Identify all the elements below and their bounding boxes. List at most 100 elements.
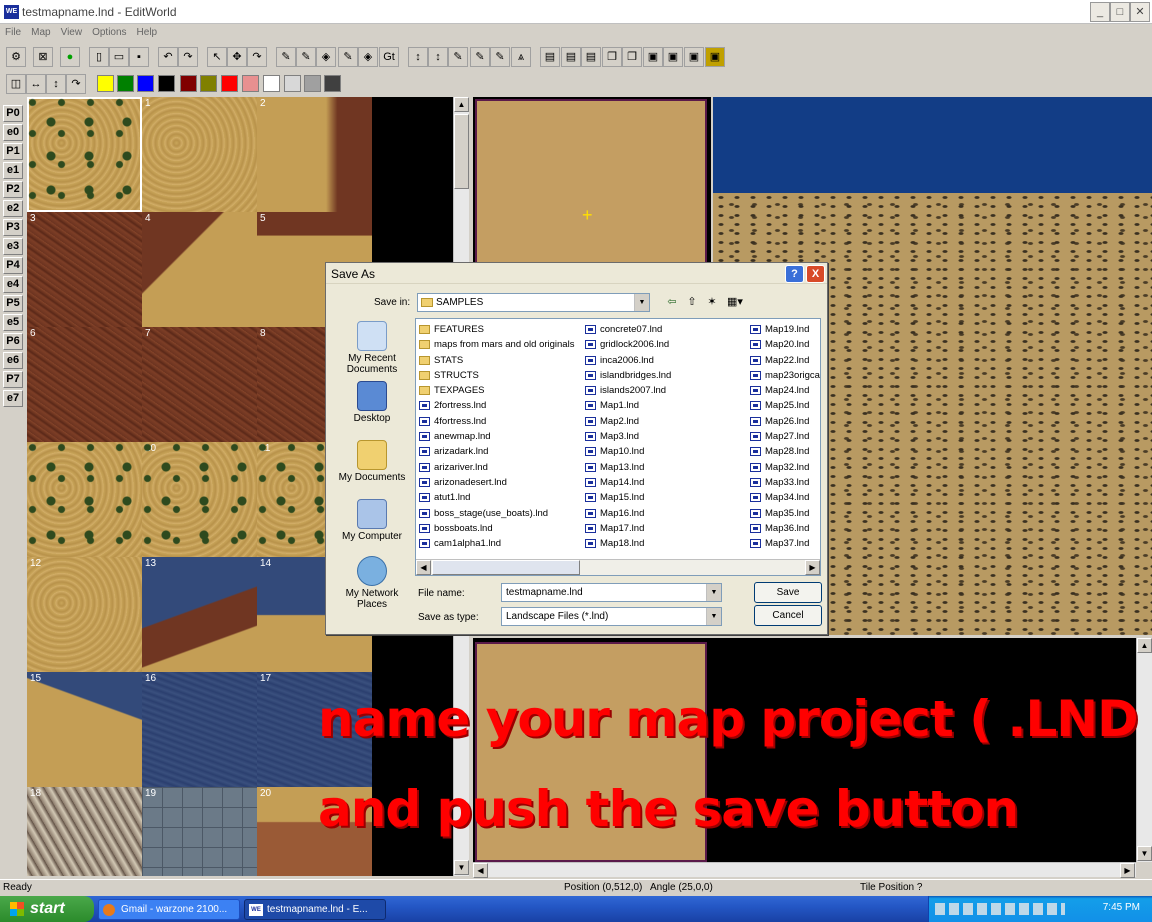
- tile[interactable]: 1: [142, 97, 257, 212]
- paste-tool-icon[interactable]: ❐: [622, 47, 642, 67]
- height-up-icon[interactable]: ↕: [408, 47, 428, 67]
- player-button[interactable]: P7: [3, 371, 23, 388]
- rotate-tile-icon[interactable]: ↷: [66, 74, 86, 94]
- file-list-item[interactable]: Map22.lnd: [749, 353, 820, 368]
- file-name-input[interactable]: testmapname.lnd ▼: [501, 583, 722, 602]
- file-list-item[interactable]: 4fortress.lnd: [418, 414, 583, 429]
- file-list-item[interactable]: 2fortress.lnd: [418, 398, 583, 413]
- file-list-item[interactable]: Map19.lnd: [749, 322, 820, 337]
- scroll-down-icon[interactable]: ▼: [454, 860, 469, 875]
- color-swatch[interactable]: [117, 75, 134, 92]
- file-list-item[interactable]: Map1.lnd: [584, 398, 746, 413]
- file-list-hscroll[interactable]: ◀ ▶: [416, 559, 820, 575]
- edit-box-icon[interactable]: ◫: [6, 74, 26, 94]
- file-list-item[interactable]: Map33.lnd: [749, 475, 820, 490]
- save-button[interactable]: Save: [754, 582, 822, 603]
- grid-tool-2-icon[interactable]: ▤: [561, 47, 581, 67]
- player-button[interactable]: e7: [3, 390, 23, 407]
- fill-tool-icon[interactable]: ◈: [316, 47, 336, 67]
- file-list-item[interactable]: Map14.lnd: [584, 475, 746, 490]
- file-list-item[interactable]: gridlock2006.lnd: [584, 337, 746, 352]
- player-button[interactable]: P0: [3, 105, 23, 122]
- color-swatch[interactable]: [158, 75, 175, 92]
- file-list-item[interactable]: Map2.lnd: [584, 414, 746, 429]
- copy-tool-icon[interactable]: ❐: [602, 47, 622, 67]
- player-button[interactable]: P3: [3, 219, 23, 236]
- file-list-item[interactable]: Map16.lnd: [584, 506, 746, 521]
- file-list-item[interactable]: islandbridges.lnd: [584, 368, 746, 383]
- back-icon[interactable]: ⇦: [663, 293, 681, 311]
- rotate-icon[interactable]: ↷: [247, 47, 267, 67]
- file-list-item[interactable]: Map13.lnd: [584, 460, 746, 475]
- cancel-button[interactable]: Cancel: [754, 605, 822, 626]
- player-button[interactable]: P2: [3, 181, 23, 198]
- overview-vscroll[interactable]: ▲ ▼: [1136, 638, 1152, 862]
- color-swatch[interactable]: [221, 75, 238, 92]
- new-file-icon[interactable]: ▯: [89, 47, 109, 67]
- save-type-select[interactable]: Landscape Files (*.lnd) ▼: [501, 607, 722, 626]
- player-button[interactable]: e4: [3, 276, 23, 293]
- scroll-left-icon[interactable]: ◀: [473, 863, 488, 878]
- player-button[interactable]: e2: [3, 200, 23, 217]
- player-button[interactable]: P5: [3, 295, 23, 312]
- file-list-item[interactable]: arizadark.lnd: [418, 444, 583, 459]
- grid-tool-1-icon[interactable]: ▤: [540, 47, 560, 67]
- tool-icon-b[interactable]: ⊠: [33, 47, 53, 67]
- scroll-right-icon[interactable]: ▶: [1120, 863, 1135, 878]
- color-swatch[interactable]: [304, 75, 321, 92]
- tile[interactable]: 7: [142, 327, 257, 442]
- object-tool-2-icon[interactable]: ▣: [663, 47, 683, 67]
- object-tool-4-icon[interactable]: ▣: [705, 47, 725, 67]
- scroll-up-icon[interactable]: ▲: [454, 97, 469, 112]
- file-list-item[interactable]: STRUCTS: [418, 368, 583, 383]
- undo-icon[interactable]: ↶: [158, 47, 178, 67]
- scroll-left-icon[interactable]: ◀: [416, 560, 431, 575]
- chevron-down-icon[interactable]: ▼: [706, 608, 721, 625]
- file-list-item[interactable]: Map26.lnd: [749, 414, 820, 429]
- place-my-computer[interactable]: My Computer: [334, 499, 410, 542]
- taskbar-editworld[interactable]: WE testmapname.lnd - E...: [244, 899, 386, 920]
- player-button[interactable]: e0: [3, 124, 23, 141]
- player-button[interactable]: P6: [3, 333, 23, 350]
- file-list-item[interactable]: Map32.lnd: [749, 460, 820, 475]
- file-list-item[interactable]: cam1alpha1.lnd: [418, 536, 583, 551]
- player-button[interactable]: e3: [3, 238, 23, 255]
- file-list-item[interactable]: FEATURES: [418, 322, 583, 337]
- object-tool-icon[interactable]: ▣: [643, 47, 663, 67]
- taskbar-gmail[interactable]: Gmail - warzone 2100...: [98, 899, 240, 920]
- tile[interactable]: 6: [27, 327, 142, 442]
- file-list-item[interactable]: Map17.lnd: [584, 521, 746, 536]
- file-list[interactable]: FEATURES maps from mars and old originals…: [415, 318, 821, 576]
- file-list-item[interactable]: Map24.lnd: [749, 383, 820, 398]
- color-swatch[interactable]: [324, 75, 341, 92]
- color-swatch[interactable]: [200, 75, 217, 92]
- height-pen-icon[interactable]: ✎: [448, 47, 468, 67]
- scroll-thumb[interactable]: [454, 114, 469, 189]
- color-swatch[interactable]: [180, 75, 197, 92]
- file-list-item[interactable]: anewmap.lnd: [418, 429, 583, 444]
- move-icon[interactable]: ✥: [227, 47, 247, 67]
- help-button[interactable]: ?: [785, 265, 804, 283]
- scroll-right-icon[interactable]: ▶: [805, 560, 820, 575]
- file-list-item[interactable]: Map3.lnd: [584, 429, 746, 444]
- paint-tool-1-icon[interactable]: ✎: [276, 47, 296, 67]
- file-list-item[interactable]: map23origca: [749, 368, 820, 383]
- minimize-button[interactable]: _: [1090, 2, 1110, 22]
- file-list-item[interactable]: Map20.lnd: [749, 337, 820, 352]
- green-circle-icon[interactable]: ●: [60, 47, 80, 67]
- menu-options[interactable]: Options: [87, 24, 131, 42]
- file-list-item[interactable]: Map34.lnd: [749, 490, 820, 505]
- tile[interactable]: 19: [142, 787, 257, 876]
- file-list-item[interactable]: Map18.lnd: [584, 536, 746, 551]
- tile[interactable]: 0: [27, 97, 142, 212]
- save-in-select[interactable]: SAMPLES ▼: [417, 293, 650, 312]
- maximize-button[interactable]: □: [1110, 2, 1130, 22]
- file-list-item[interactable]: Map25.lnd: [749, 398, 820, 413]
- file-list-item[interactable]: islands2007.lnd: [584, 383, 746, 398]
- file-list-item[interactable]: Map28.lnd: [749, 444, 820, 459]
- tile[interactable]: 15: [27, 672, 142, 787]
- open-folder-icon[interactable]: ▭: [109, 47, 129, 67]
- tool-icon-a[interactable]: ⚙: [6, 47, 26, 67]
- file-list-item[interactable]: STATS: [418, 353, 583, 368]
- place-my-network-places[interactable]: My Network Places: [334, 556, 410, 610]
